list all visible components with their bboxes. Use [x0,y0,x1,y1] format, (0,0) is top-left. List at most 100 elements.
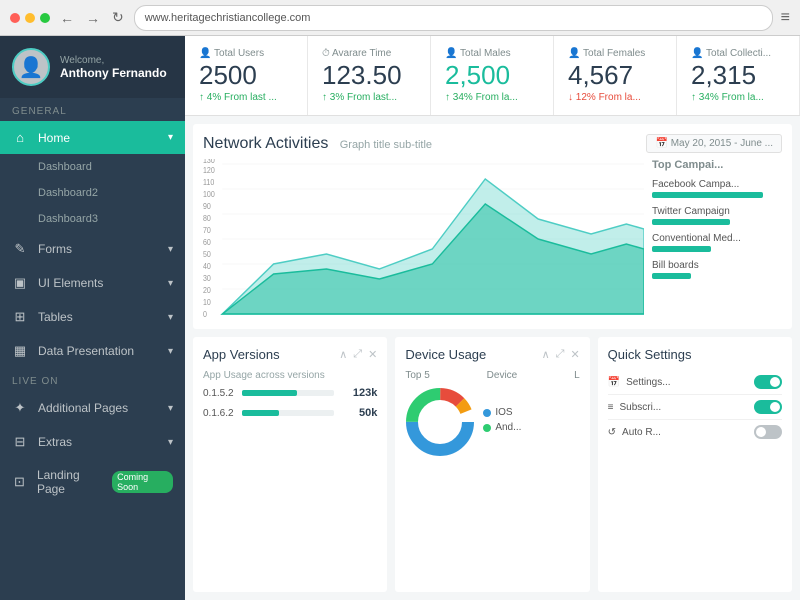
toggle-2[interactable] [754,400,782,414]
expand-icon[interactable]: ⤢ [353,348,362,361]
date-badge[interactable]: 📅 May 20, 2015 - June ... [646,134,782,153]
males-icon: 👤 [445,48,457,59]
toggle-1[interactable] [754,375,782,389]
campaign-name-facebook: Facebook Campa... [652,179,782,190]
ios-dot [483,409,491,417]
sidebar-item-home[interactable]: ⌂ Home ▾ [0,121,185,154]
refresh-icon: ↺ [608,427,616,438]
sidebar-item-ui-elements[interactable]: ▣ UI Elements ▾ [0,266,185,300]
sort-icon-2[interactable]: ∧ [542,348,550,361]
sidebar-item-dashboard3[interactable]: Dashboard3 [0,206,185,232]
chevron-right-icon-2: ▾ [168,278,173,289]
profile-section: 👤 Welcome, Anthony Fernando [0,36,185,98]
svg-text:40: 40 [203,262,211,272]
sidebar-item-extras[interactable]: ⊟ Extras ▾ [0,425,185,459]
sidebar-item-home-label: Home [38,131,70,145]
sidebar-item-landing-page[interactable]: ⊡ Landing Page Coming Soon [0,459,185,505]
stat-users-value: 2500 [199,61,293,90]
sidebar-item-forms[interactable]: ✎ Forms ▾ [0,232,185,266]
sidebar-item-additional-label: Additional Pages [38,401,128,415]
quick-settings-title: Quick Settings [608,347,782,362]
version-bar-bg-2 [242,410,335,416]
toggle-3[interactable] [754,425,782,439]
close-icon-2[interactable]: ✕ [570,348,579,361]
svg-text:90: 90 [203,202,211,212]
data-icon: ▦ [12,343,28,359]
app-usage-label: App Usage across versions [203,370,377,381]
legend-item-ios: IOS [483,407,521,418]
version-count-2: 50k [342,407,377,419]
version-count-1: 123k [342,387,377,399]
stat-time-value: 123.50 [322,61,416,90]
settings-label-3: Auto R... [622,427,661,438]
panel-actions: ∧ ⤢ ✕ [339,348,377,361]
settings-item-2: ≡ Subscri... [608,395,782,420]
sidebar-item-tables[interactable]: ⊞ Tables ▾ [0,300,185,334]
additional-pages-icon: ✦ [12,400,28,416]
reload-button[interactable]: ↻ [110,9,126,26]
svg-text:20: 20 [203,286,211,296]
donut-chart [405,387,475,457]
home-icon: ⌂ [12,130,28,145]
top5-label: Top 5 [405,370,429,381]
sidebar-item-dashboard2[interactable]: Dashboard2 [0,180,185,206]
version-label-1: 0.1.5.2 [203,388,234,399]
expand-icon-2[interactable]: ⤢ [556,348,565,361]
stat-females-value: 4,567 [568,61,662,90]
back-button[interactable]: ← [58,10,76,26]
donut-svg [405,387,475,457]
user-name: Anthony Fernando [60,66,167,80]
sidebar-item-data-presentation[interactable]: ▦ Data Presentation ▾ [0,334,185,368]
svg-text:30: 30 [203,274,211,284]
device-top-labels: Top 5 Device L [405,370,579,381]
traffic-lights [10,13,50,23]
campaign-bar-conventional [652,246,711,252]
campaign-item-facebook: Facebook Campa... [652,179,782,198]
chart-title: Network Activities [203,135,328,152]
close-icon[interactable]: ✕ [368,348,377,361]
top-campaigns: Top Campai... Facebook Campa... Twitter … [652,159,782,319]
live-on-label: LIVE ON [0,368,185,391]
stat-collection-value: 2,315 [691,61,785,90]
chevron-down-icon: ▾ [168,132,173,143]
list-icon: ≡ [608,402,614,413]
ui-elements-icon: ▣ [12,275,28,291]
forward-button[interactable]: → [84,10,102,26]
close-button[interactable] [10,13,20,23]
device-usage-header: Device Usage ∧ ⤢ ✕ [405,347,579,362]
settings-item-1: 📅 Settings... [608,370,782,395]
maximize-button[interactable] [40,13,50,23]
version-item-1: 0.1.5.2 123k [203,387,377,399]
quick-settings-header: Quick Settings [608,347,782,362]
sidebar-item-data-label: Data Presentation [38,344,134,358]
sidebar-item-forms-label: Forms [38,242,72,256]
svg-text:110: 110 [203,178,214,188]
app-versions-header: App Versions ∧ ⤢ ✕ [203,347,377,362]
sort-icon[interactable]: ∧ [339,348,347,361]
chevron-right-icon-4: ▾ [168,346,173,357]
collection-icon: 👤 [691,48,703,59]
device-chart-area: IOS And... [405,387,579,457]
chart-svg: 0 10 20 30 40 50 60 70 80 90 100 110 120… [203,159,644,319]
stat-males-value: 2,500 [445,61,539,90]
chevron-right-icon: ▾ [168,244,173,255]
sidebar-item-dashboard[interactable]: Dashboard [0,154,185,180]
chart-header: Network Activities Graph title sub-title… [203,134,782,153]
device-usage-title: Device Usage [405,347,541,362]
landing-icon: ⊡ [12,474,27,490]
svg-text:0: 0 [203,310,207,319]
bottom-panels: App Versions ∧ ⤢ ✕ App Usage across vers… [193,337,792,592]
minimize-button[interactable] [25,13,35,23]
stat-males-change: ↑ 34% From la... [445,92,539,103]
main-content: 👤 Total Users 2500 ↑ 4% From last ... ⏱ … [185,36,800,600]
welcome-text: Welcome, [60,55,167,66]
sidebar-item-additional-pages[interactable]: ✦ Additional Pages ▾ [0,391,185,425]
stat-time-change: ↑ 3% From last... [322,92,416,103]
campaigns-title: Top Campai... [652,159,782,171]
extras-icon: ⊟ [12,434,28,450]
svg-text:120: 120 [203,166,215,176]
address-bar[interactable]: www.heritagechristiancollege.com [134,5,773,31]
menu-icon[interactable]: ≡ [781,9,790,27]
coming-soon-badge: Coming Soon [112,471,173,493]
legend-item-android: And... [483,422,521,433]
